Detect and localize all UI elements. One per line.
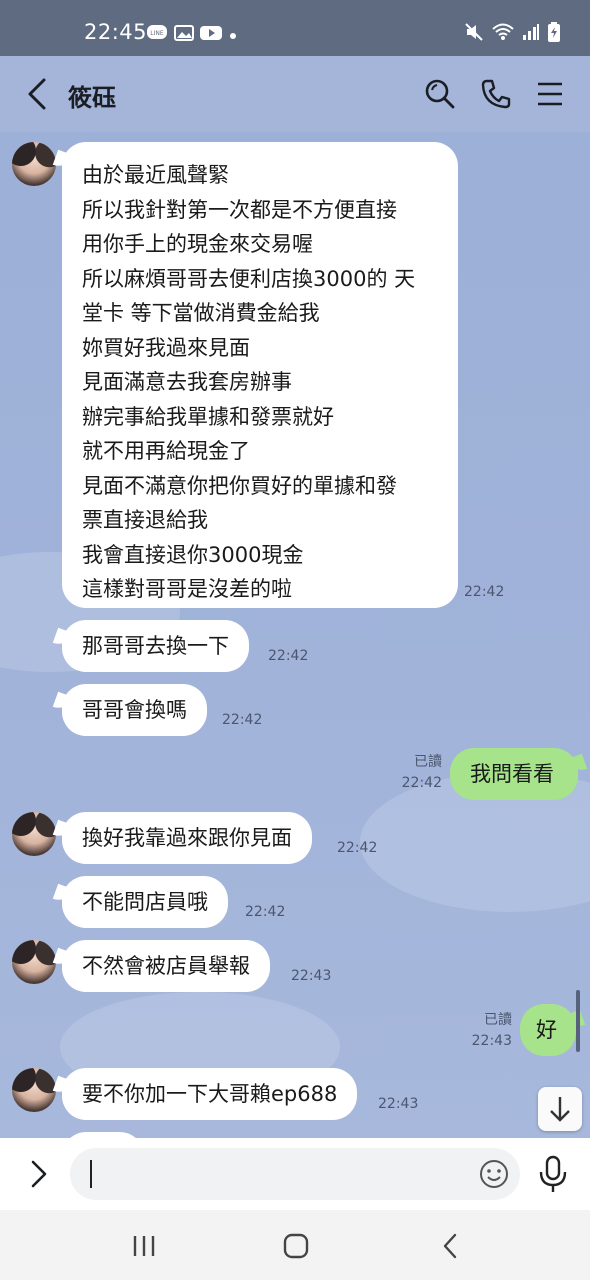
signal-icon [522, 23, 540, 45]
message-bubble[interactable]: 要不你加一下大哥賴ep688 [62, 1068, 358, 1120]
microphone-icon [539, 1155, 567, 1192]
read-receipt: 已讀 22:42 [396, 752, 442, 794]
message-text: 用你手上的現金來交易喔 [82, 232, 313, 256]
search-icon [425, 79, 455, 109]
message-text: 辦完事給我單據和發票就好 [82, 404, 334, 429]
emoji-button[interactable] [478, 1158, 510, 1190]
menu-icon [538, 82, 562, 106]
scroll-to-bottom-button[interactable] [538, 1087, 582, 1131]
emoji-icon [480, 1160, 508, 1188]
menu-button[interactable] [532, 76, 568, 112]
battery-icon [548, 22, 560, 46]
chat-area[interactable]: 由於最近風聲緊 所以我針對第一次都是不方便直接 用你手上的現金來交易喔 所以麻煩… [0, 132, 590, 1138]
message-text: 票直接退給我 [82, 508, 208, 532]
message-text: 我問看看 [470, 762, 554, 786]
arrow-down-icon [550, 1097, 570, 1122]
message-time: 22:42 [268, 648, 309, 664]
message-time: 22:42 [464, 584, 505, 600]
status-time: 22:45 [84, 20, 148, 44]
message-bubble[interactable]: 由於最近風聲緊 所以我針對第一次都是不方便直接 用你手上的現金來交易喔 所以麻煩… [62, 142, 458, 608]
dot-icon [228, 26, 238, 45]
message-text: 這樣對哥哥是沒差的啦 [82, 577, 292, 601]
call-button[interactable] [478, 76, 514, 112]
chat-header: 筱砡 [0, 56, 590, 132]
message-text: 不然會被店員舉報 [82, 954, 250, 978]
message-text: 哥哥會換嗎 [82, 698, 187, 722]
wifi-icon [492, 23, 514, 45]
scrollbar[interactable] [576, 990, 580, 1052]
read-receipt: 已讀 22:43 [466, 1010, 512, 1052]
mute-icon [464, 22, 484, 46]
message-text: 換好我靠過來跟你見面 [82, 826, 292, 850]
system-back-button[interactable] [430, 1230, 470, 1262]
message-text: 由於最近風聲緊 [82, 163, 229, 187]
back-icon [443, 1233, 457, 1259]
message-text: 所以麻煩哥哥去便利店換3000的 天 [82, 266, 416, 291]
line-notification-icon: LINE [146, 24, 168, 46]
home-icon [283, 1233, 309, 1259]
message-text: 見面滿意去我套房辦事 [82, 370, 292, 394]
message-text: 堂卡 等下當做消費金給我 [82, 301, 320, 325]
recent-apps-icon [133, 1236, 155, 1256]
expand-button[interactable] [24, 1158, 54, 1190]
message-text: 要不你加一下大哥賴ep688 [82, 1082, 338, 1106]
message-time: 22:42 [245, 904, 286, 920]
youtube-icon [200, 25, 222, 45]
message-text: 我會直接退你3000現金 [82, 542, 304, 567]
message-time: 22:43 [378, 1096, 419, 1112]
read-label: 已讀 [414, 754, 442, 770]
back-button[interactable] [24, 76, 54, 112]
message-time: 22:42 [222, 712, 263, 728]
status-bar: 22:45 LINE [0, 0, 590, 56]
message-bubble[interactable]: 好 [520, 1004, 576, 1056]
message-bubble[interactable]: 不然會被店員舉報 [62, 940, 270, 992]
system-navigation-bar [0, 1210, 590, 1280]
contact-avatar[interactable] [12, 1068, 56, 1112]
message-time: 22:42 [337, 840, 378, 856]
message-time: 22:42 [401, 775, 442, 791]
chevron-right-icon [31, 1160, 47, 1188]
text-caret [90, 1160, 92, 1188]
message-bubble[interactable]: 換好我靠過來跟你見面 [62, 812, 312, 864]
svg-text:LINE: LINE [150, 30, 164, 37]
contact-avatar[interactable] [12, 142, 56, 186]
contact-name[interactable]: 筱砡 [68, 78, 116, 113]
message-time: 22:43 [291, 968, 332, 984]
voice-button[interactable] [536, 1154, 570, 1194]
message-bubble[interactable]: 我問看看 [450, 748, 578, 800]
message-bubble[interactable]: 那哥哥去換一下 [62, 620, 249, 672]
phone-icon [481, 79, 511, 109]
message-text: 就不用再給現金了 [82, 439, 250, 463]
contact-avatar[interactable] [12, 812, 56, 856]
contact-avatar[interactable] [12, 940, 56, 984]
message-text: 見面不滿意你把你買好的單據和發 [82, 473, 397, 498]
home-button[interactable] [276, 1230, 316, 1262]
message-bubble[interactable]: 哥哥會換嗎 [62, 684, 207, 736]
message-text: 不能問店員哦 [82, 890, 208, 914]
message-time: 22:43 [471, 1033, 512, 1049]
message-bubble[interactable]: 不能問店員哦 [62, 876, 228, 928]
image-icon [174, 24, 194, 46]
message-text: 妳買好我過來見面 [82, 335, 250, 360]
back-icon [28, 78, 46, 110]
message-input-bar [0, 1138, 590, 1210]
message-input[interactable] [70, 1148, 520, 1200]
message-text: 好 [536, 1018, 557, 1042]
recent-apps-button[interactable] [124, 1230, 164, 1262]
read-label: 已讀 [484, 1012, 512, 1028]
message-text: 所以我針對第一次都是不方便直接 [82, 197, 397, 222]
search-button[interactable] [422, 76, 458, 112]
message-text: 那哥哥去換一下 [82, 634, 229, 658]
